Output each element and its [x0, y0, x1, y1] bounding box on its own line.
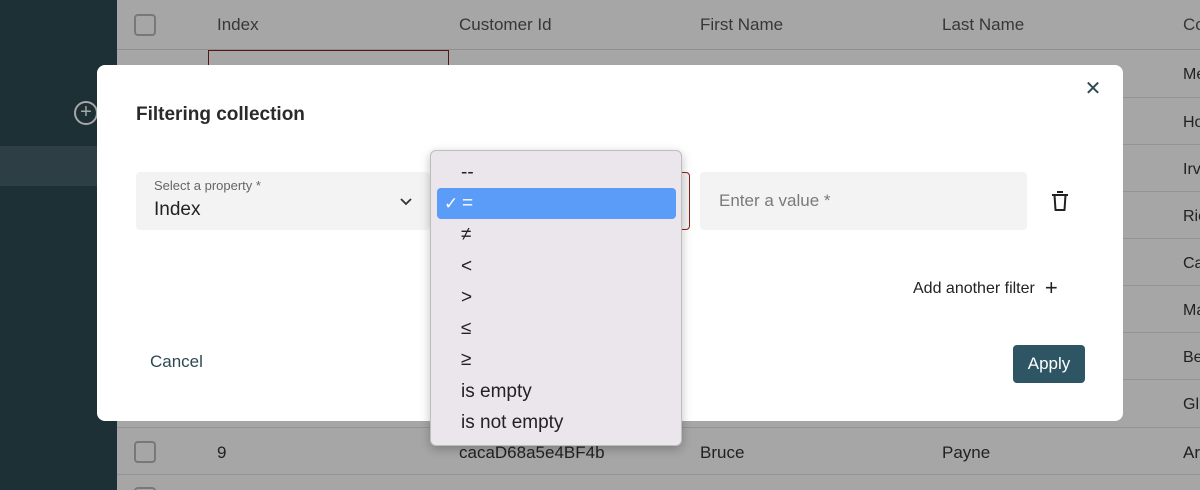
operator-option-is-empty[interactable]: is empty [437, 376, 676, 407]
option-label: is not empty [461, 412, 564, 433]
operator-option-greater-than[interactable]: > [437, 282, 676, 313]
dialog-title: Filtering collection [136, 104, 305, 125]
close-icon[interactable]: ✕ [1083, 79, 1103, 99]
option-label: = [462, 193, 474, 214]
option-label: ≠ [461, 224, 472, 245]
operator-option-none[interactable]: -- [437, 157, 676, 188]
option-label: -- [461, 162, 474, 183]
value-input[interactable] [700, 172, 1027, 230]
operator-option-greater-equal[interactable]: ≥ [437, 344, 676, 375]
option-label: < [461, 256, 473, 277]
plus-icon: + [1044, 275, 1058, 300]
operator-option-is-not-empty[interactable]: is not empty [437, 407, 676, 438]
operator-option-less-than[interactable]: < [437, 251, 676, 282]
property-select-value: Index [154, 199, 201, 220]
chevron-down-icon [400, 198, 412, 206]
option-label: ≤ [461, 318, 472, 339]
operator-option-equals[interactable]: ✓ = [437, 188, 676, 219]
operator-option-not-equals[interactable]: ≠ [437, 219, 676, 250]
operator-dropdown: -- ✓ = ≠ < > ≤ ≥ is empty is not empty [430, 150, 682, 446]
checkmark-icon: ✓ [444, 194, 459, 213]
option-label: is empty [461, 381, 532, 402]
add-filter-label: Add another filter [913, 280, 1035, 297]
add-filter-button[interactable]: Add another filter + [913, 275, 1058, 301]
property-select[interactable]: Select a property * Index [136, 172, 430, 230]
option-label: > [461, 287, 473, 308]
option-label: ≥ [461, 349, 472, 370]
apply-button[interactable]: Apply [1013, 345, 1085, 383]
operator-option-less-equal[interactable]: ≤ [437, 313, 676, 344]
property-select-label: Select a property * [154, 178, 261, 193]
trash-icon[interactable] [1050, 190, 1070, 212]
cancel-button[interactable]: Cancel [150, 352, 203, 372]
